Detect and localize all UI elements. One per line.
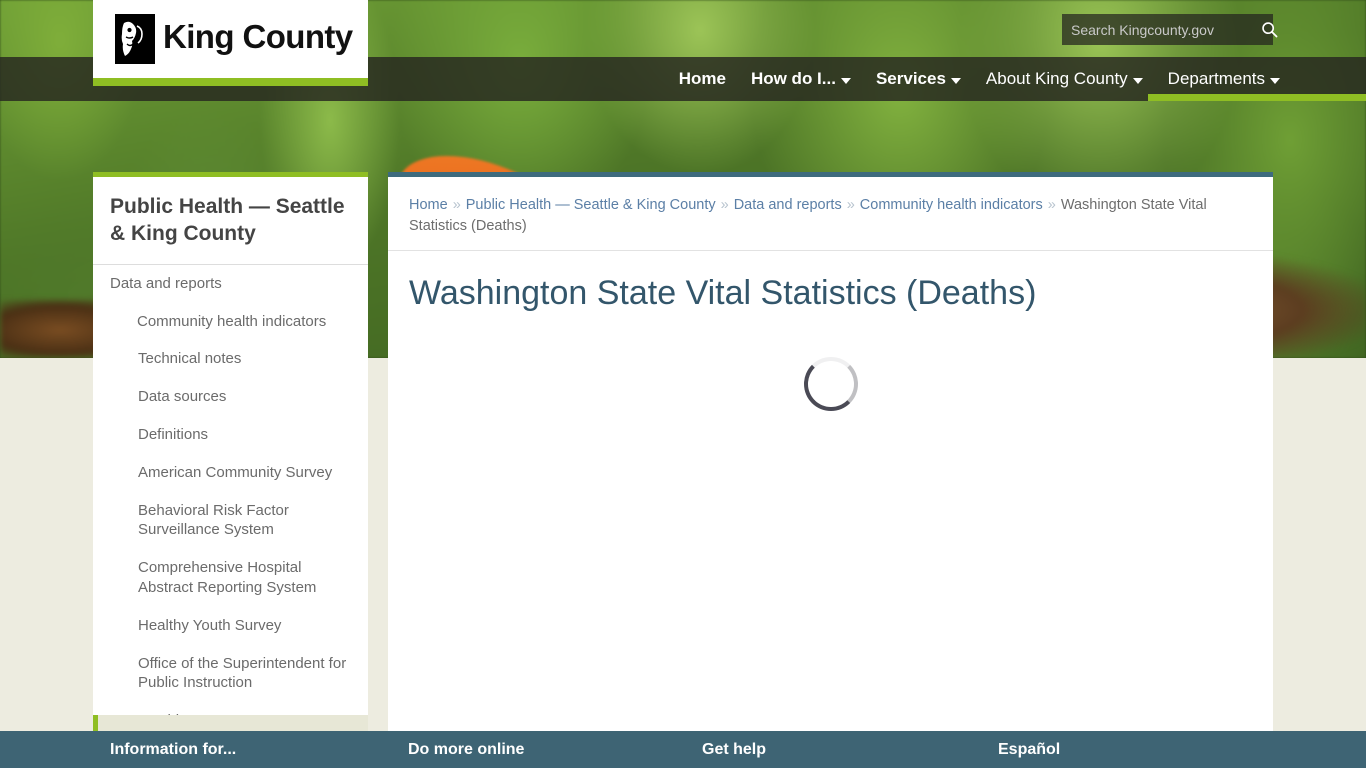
nav-item-how-do-i[interactable]: How do I...	[751, 69, 851, 89]
sidebar-item-community-health-indicators[interactable]: Community health indicators	[93, 303, 368, 341]
breadcrumb-separator: »	[846, 197, 855, 213]
nav-green-accent-bar	[1148, 94, 1366, 101]
site-footer: Information for... Do more online Get he…	[0, 731, 1366, 768]
sidebar-item-definitions[interactable]: Definitions	[93, 416, 368, 454]
chevron-down-icon	[950, 77, 961, 84]
breadcrumb-separator: »	[1047, 197, 1056, 213]
king-county-mlk-silhouette-icon	[115, 14, 155, 64]
site-search[interactable]	[1062, 14, 1278, 45]
nav-item-services[interactable]: Services	[876, 69, 961, 89]
site-logo-text: King County	[163, 18, 353, 55]
sidebar-item-technical-notes[interactable]: Technical notes	[93, 340, 368, 378]
footer-link-espanol[interactable]: Español	[998, 731, 1060, 768]
sidebar-item-data-and-reports[interactable]: Data and reports	[93, 265, 368, 303]
chevron-down-icon	[840, 77, 851, 84]
nav-item-label: Home	[678, 69, 726, 88]
footer-link-do-more-online[interactable]: Do more online	[408, 731, 524, 768]
sidebar-item-american-community-survey[interactable]: American Community Survey	[93, 454, 368, 492]
search-icon	[1262, 22, 1278, 38]
search-button[interactable]	[1261, 14, 1278, 45]
nav-item-home[interactable]: Home	[679, 69, 726, 89]
nav-item-departments[interactable]: Departments	[1168, 69, 1280, 89]
page-title: Washington State Vital Statistics (Death…	[409, 274, 1037, 313]
search-input[interactable]	[1062, 14, 1261, 45]
breadcrumb-separator: »	[720, 197, 729, 213]
sidebar-navigation: Public Health — Seattle & King County Da…	[93, 172, 368, 715]
sidebar-item-comprehensive-hospital-abstract-reporting-system[interactable]: Comprehensive Hospital Abstract Reportin…	[93, 549, 368, 607]
breadcrumb-item-public-health[interactable]: Public Health — Seattle & King County	[466, 197, 716, 213]
chevron-down-icon	[1270, 77, 1280, 84]
breadcrumb: Home» Public Health — Seattle & King Coun…	[388, 177, 1273, 252]
sidebar-item-data-sources[interactable]: Data sources	[93, 378, 368, 416]
breadcrumb-separator: »	[452, 197, 461, 213]
chevron-down-icon	[1132, 77, 1143, 84]
nav-item-label: About King County	[985, 69, 1128, 88]
sidebar-footer-strip	[98, 715, 368, 731]
nav-item-about-king-county[interactable]: About King County	[986, 69, 1143, 89]
sidebar-item-washington-state-cancer-registry[interactable]: Washington State Cancer Registry	[93, 702, 368, 715]
sidebar-item-healthy-youth-survey[interactable]: Healthy Youth Survey	[93, 607, 368, 645]
footer-link-information-for[interactable]: Information for...	[110, 731, 236, 768]
nav-item-label: Services	[875, 69, 946, 88]
site-logo[interactable]: King County	[93, 0, 368, 86]
nav-item-label: Departments	[1167, 69, 1265, 88]
sidebar-title: Public Health — Seattle & King County	[93, 177, 368, 265]
sidebar-item-behavioral-risk-factor-surveillance-system[interactable]: Behavioral Risk Factor Surveillance Syst…	[93, 492, 368, 550]
footer-link-get-help[interactable]: Get help	[702, 731, 766, 768]
breadcrumb-item-community-health-indicators[interactable]: Community health indicators	[860, 197, 1043, 213]
main-content-panel: Home» Public Health — Seattle & King Coun…	[388, 172, 1273, 731]
breadcrumb-item-data-and-reports[interactable]: Data and reports	[734, 197, 842, 213]
sidebar-green-accent-bar	[93, 715, 98, 731]
breadcrumb-item-home[interactable]: Home	[409, 197, 448, 213]
sidebar-item-office-of-the-superintendent-for-public-instruction[interactable]: Office of the Superintendent for Public …	[93, 645, 368, 703]
content-loading-area	[388, 357, 1273, 411]
nav-item-label: How do I...	[750, 69, 836, 88]
loading-spinner-icon	[803, 357, 858, 411]
